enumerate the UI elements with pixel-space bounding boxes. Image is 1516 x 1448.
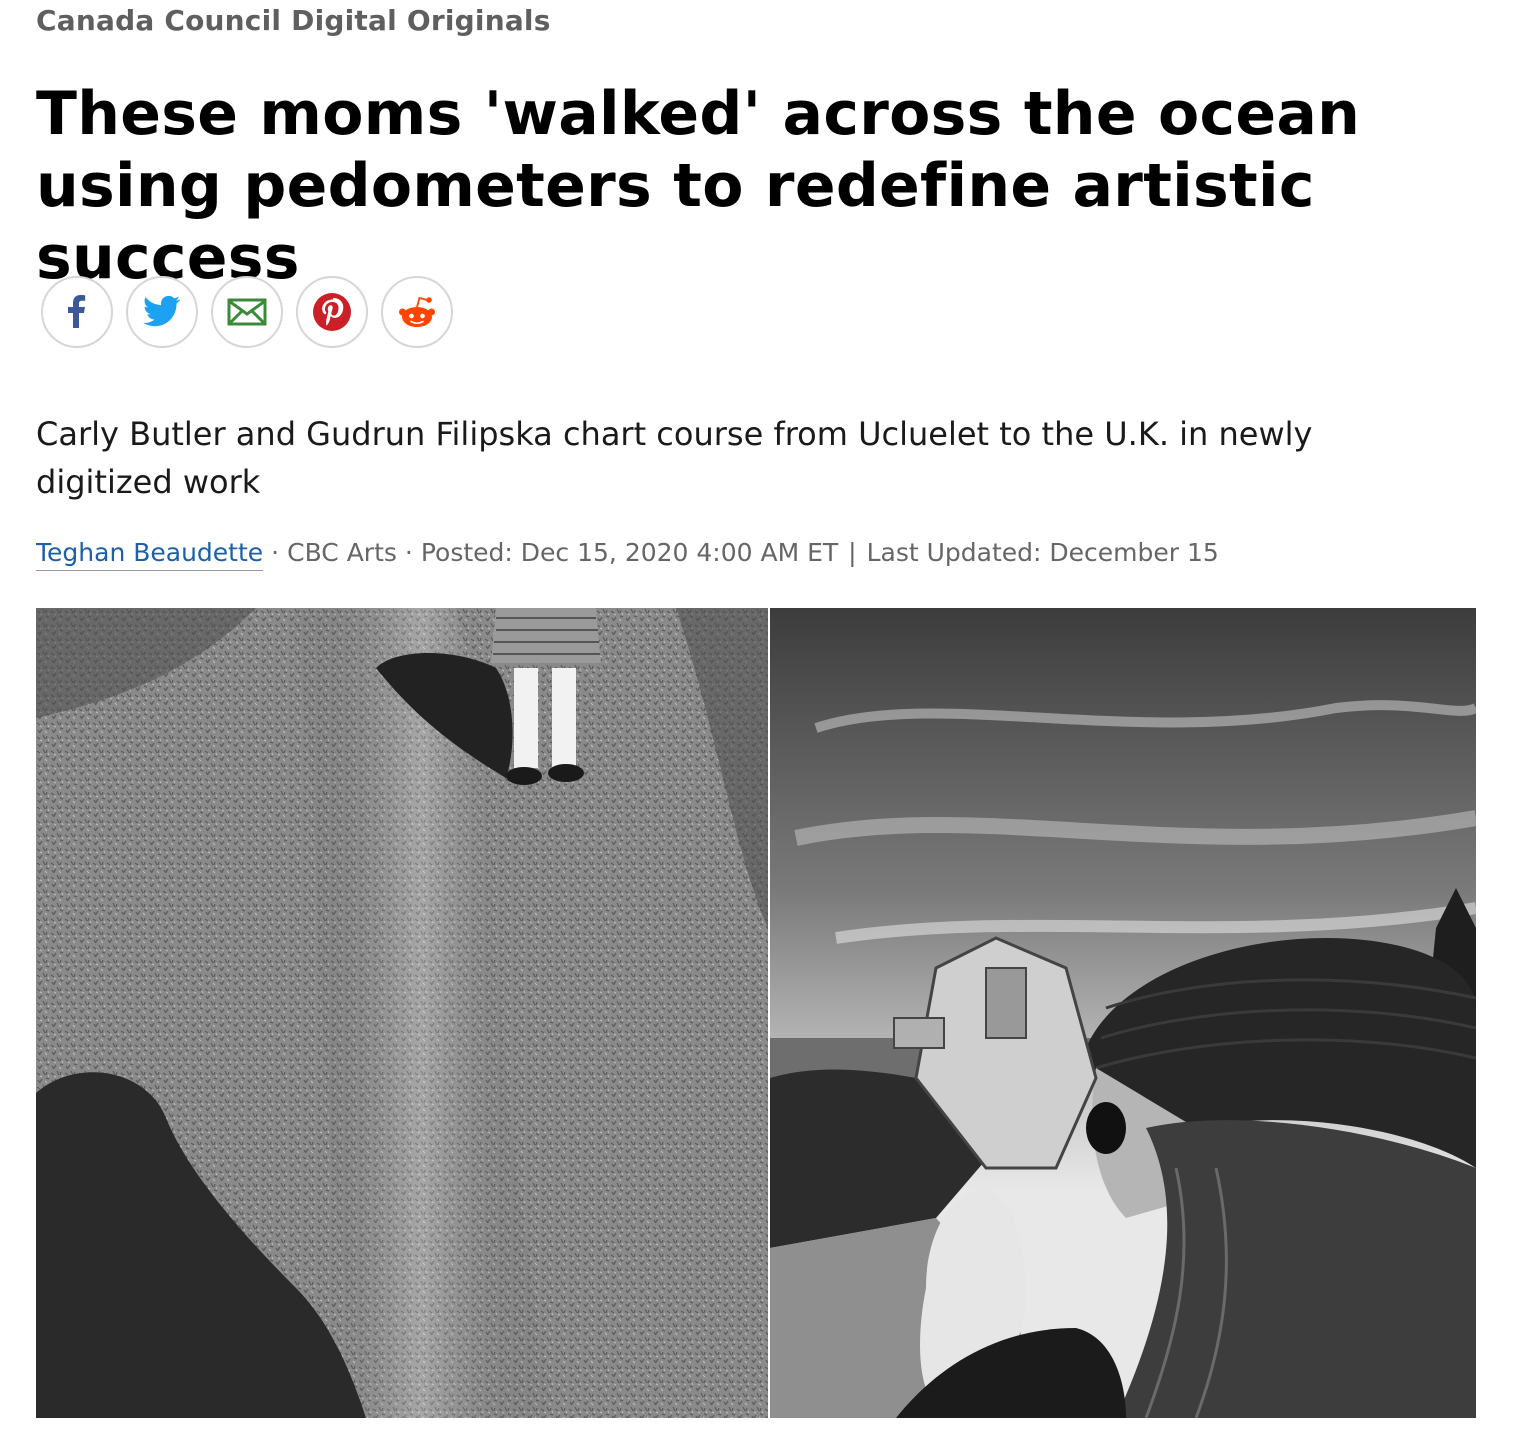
updated-date: Last Updated: December 15 [866, 538, 1219, 567]
hero-image[interactable] [36, 608, 1476, 1418]
byline-separator-dot: · [271, 538, 280, 567]
byline: Teghan Beaudette · CBC Arts · Posted: Dec 15… [36, 538, 1219, 571]
section-kicker[interactable]: Canada Council Digital Originals [36, 4, 551, 37]
byline-separator-pipe: | [848, 538, 857, 567]
share-pinterest-button[interactable] [296, 276, 368, 348]
share-reddit-button[interactable] [381, 276, 453, 348]
share-twitter-button[interactable] [126, 276, 198, 348]
article-page: Canada Council Digital Originals These m… [0, 0, 1516, 1448]
share-bar [41, 276, 453, 348]
share-facebook-button[interactable] [41, 276, 113, 348]
pinterest-icon [313, 293, 351, 331]
share-email-button[interactable] [211, 276, 283, 348]
reddit-icon [399, 296, 435, 327]
article-dek: Carly Butler and Gudrun Filipska chart c… [36, 415, 1313, 501]
right-photo-panel [770, 608, 1476, 1418]
photo-divider [768, 608, 770, 1418]
left-photo-panel [36, 608, 768, 1418]
twitter-icon [143, 295, 181, 327]
author-link[interactable]: Teghan Beaudette [36, 538, 264, 571]
article-headline: These moms 'walked' across the ocean usi… [36, 79, 1361, 293]
email-icon [227, 298, 267, 326]
byline-section: CBC Arts [287, 538, 397, 567]
posted-date: Posted: Dec 15, 2020 4:00 AM ET [420, 538, 839, 567]
facebook-icon [68, 295, 86, 328]
byline-separator-dot: · [404, 538, 413, 567]
